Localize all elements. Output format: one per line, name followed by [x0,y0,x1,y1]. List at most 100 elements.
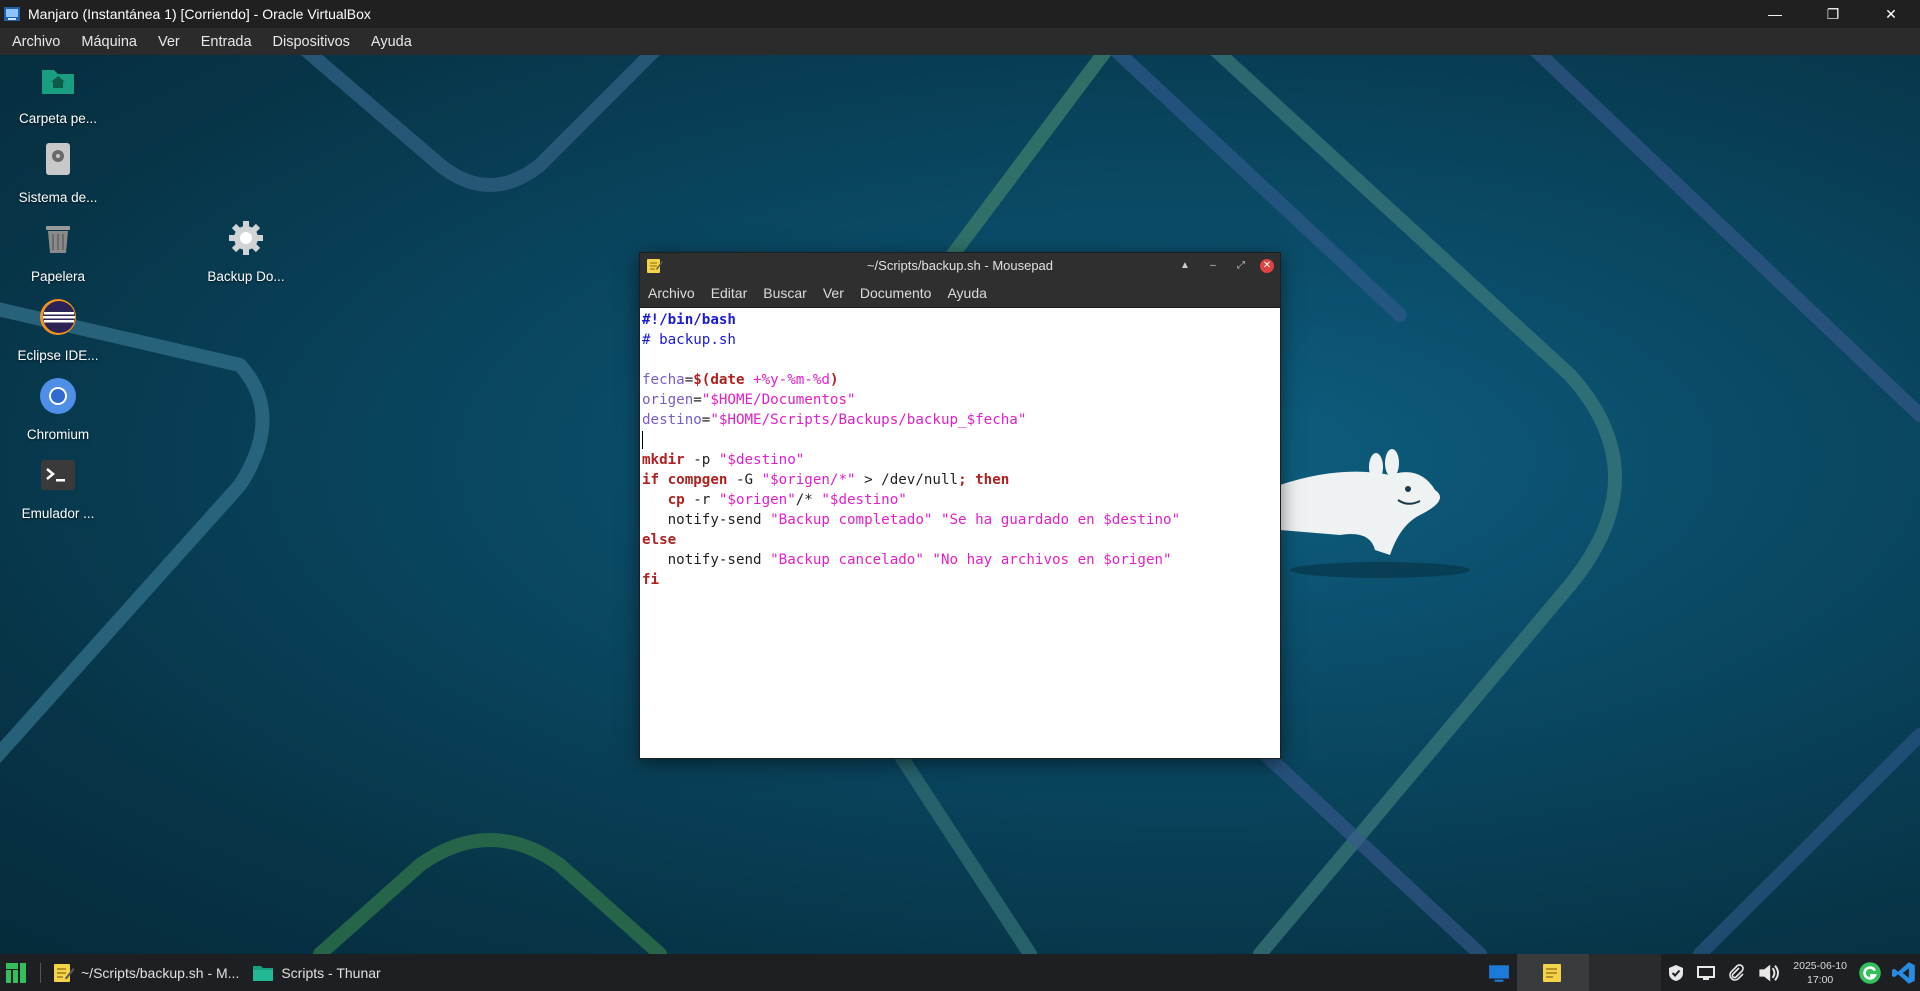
code-token: "No hay archivos en $origen" [932,552,1172,568]
code-line-10: cp -r "$origen"/* "$destino" [642,490,1280,510]
code-token: "$HOME/Documentos" [701,392,856,408]
host-window-title: Manjaro (Instantánea 1) [Corriendo] - Or… [28,6,371,22]
workspace-1[interactable] [1517,954,1590,991]
code-token: fecha [642,372,685,388]
clock[interactable]: 2025-06-10 17:00 [1793,959,1847,987]
code-token: ) [829,372,839,388]
code-token: = [684,372,694,388]
desktop-icon-label: Chromium [26,427,90,442]
paperclip-icon[interactable] [1726,963,1746,983]
code-line-8: mkdir -p "$destino" [642,450,1280,470]
home-folder-icon [42,70,74,94]
mousepad-titlebar[interactable]: ~/Scripts/backup.sh - Mousepad ▲ – ⤢ ✕ [640,253,1280,278]
folder-icon [253,965,274,981]
code-editor[interactable]: #!/bin/bash # backup.sh fecha=$(date +%y… [642,309,1280,758]
host-minimize-button[interactable]: — [1746,0,1804,28]
code-token: "$origen" [718,492,796,508]
app-menu-button[interactable] [0,954,36,991]
mousepad-menu-documento[interactable]: Documento [852,285,940,301]
update-icon[interactable] [1858,961,1882,985]
text-caret [642,431,643,449]
mousepad-menu-ver[interactable]: Ver [815,285,852,301]
vscode-icon[interactable] [1892,961,1916,985]
filesystem-drive-icon [46,143,70,175]
code-token: -r [684,492,719,508]
code-line-1: #!/bin/bash [642,310,1280,330]
desktop-icon-trash[interactable]: Papelera [3,218,113,284]
code-token: "Backup completado" [770,512,933,528]
manjaro-logo-icon [6,962,26,983]
code-token: $(date [693,372,754,388]
trash-icon [46,226,70,253]
code-token: = [693,392,702,408]
code-line-6: destino="$HOME/Scripts/Backups/backup_$f… [642,410,1280,430]
host-menu-ayuda[interactable]: Ayuda [359,34,421,50]
code-token: ; then [958,472,1010,488]
desktop-icon-eclipse[interactable]: Eclipse IDE... [3,297,113,363]
mousepad-maximize-button[interactable]: ⤢ [1232,257,1250,275]
code-line-13: notify-send "Backup cancelado" "No hay a… [642,550,1280,570]
desktop-icon-terminal[interactable]: Emulador ... [3,455,113,521]
code-line-7 [642,430,1280,450]
code-token: # backup.sh [642,332,736,348]
code-line-2: # backup.sh [642,330,1280,350]
mousepad-shade-button[interactable]: ▲ [1176,257,1194,275]
host-restore-button[interactable]: ❐ [1804,0,1862,28]
taskbar-separator [40,962,41,983]
host-menu-archivo[interactable]: Archivo [0,34,69,50]
desktop-icon-backup[interactable]: Backup Do... [191,218,301,284]
shield-icon[interactable] [1666,963,1686,983]
mousepad-window[interactable]: ~/Scripts/backup.sh - Mousepad ▲ – ⤢ ✕ A… [639,252,1281,759]
desktop-icon-label: Eclipse IDE... [17,348,99,363]
terminal-icon [41,460,75,490]
code-token: "$destino" [718,452,805,468]
monitor-icon[interactable] [1696,963,1716,983]
code-token: -p [684,452,719,468]
host-close-button[interactable]: ✕ [1862,0,1920,28]
desktop-icon-label: Sistema de... [18,190,98,205]
desktop-icon-home[interactable]: Carpeta pe... [3,60,113,126]
code-token: "$destino" [821,492,907,508]
code-token: #!/bin/bash [642,312,736,328]
code-line-12: else [642,530,1280,550]
host-menubar: Archivo Máquina Ver Entrada Dispositivos… [0,28,1920,55]
task-label: ~/Scripts/backup.sh - M... [81,964,240,981]
code-token: notify-send [642,512,771,528]
volume-icon[interactable] [1756,961,1782,985]
task-label: Scripts - Thunar [281,964,381,981]
host-menu-entrada[interactable]: Entrada [189,34,261,50]
chromium-icon [40,378,76,414]
taskbar: ~/Scripts/backup.sh - M... Scripts - Thu… [0,954,1920,991]
task-thunar[interactable]: Scripts - Thunar [245,954,386,991]
mousepad-minimize-button[interactable]: – [1204,257,1222,275]
clock-time: 17:00 [1807,973,1834,986]
host-menu-ver[interactable]: Ver [146,34,189,50]
host-menu-maquina[interactable]: Máquina [69,34,146,50]
desktop-icon-chromium[interactable]: Chromium [3,376,113,442]
task-mousepad[interactable]: ~/Scripts/backup.sh - M... [45,954,245,991]
system-tray: 2025-06-10 17:00 [1481,954,1920,991]
mousepad-menubar: Archivo Editar Buscar Ver Documento Ayud… [640,278,1280,308]
desktop-icon-filesystem[interactable]: Sistema de... [3,139,113,205]
display-icon[interactable] [1486,962,1512,984]
code-token: notify-send [642,552,771,568]
code-token: destino [642,412,702,428]
desktop-icon-label: Carpeta pe... [18,111,98,126]
virtualbox-icon [4,7,20,21]
mousepad-close-button[interactable]: ✕ [1260,258,1274,273]
mousepad-icon [54,963,75,982]
code-line-14: fi [642,570,1280,590]
code-token: -G [727,472,762,488]
workspace-2[interactable] [1589,954,1662,991]
mousepad-menu-ayuda[interactable]: Ayuda [939,285,994,301]
code-token: cp [667,492,685,508]
mousepad-menu-archivo[interactable]: Archivo [640,285,703,301]
host-menu-dispositivos[interactable]: Dispositivos [261,34,359,50]
mousepad-menu-editar[interactable]: Editar [703,285,756,301]
mousepad-menu-buscar[interactable]: Buscar [755,285,815,301]
code-line-5: origen="$HOME/Documentos" [642,390,1280,410]
code-token: fi [642,572,660,588]
